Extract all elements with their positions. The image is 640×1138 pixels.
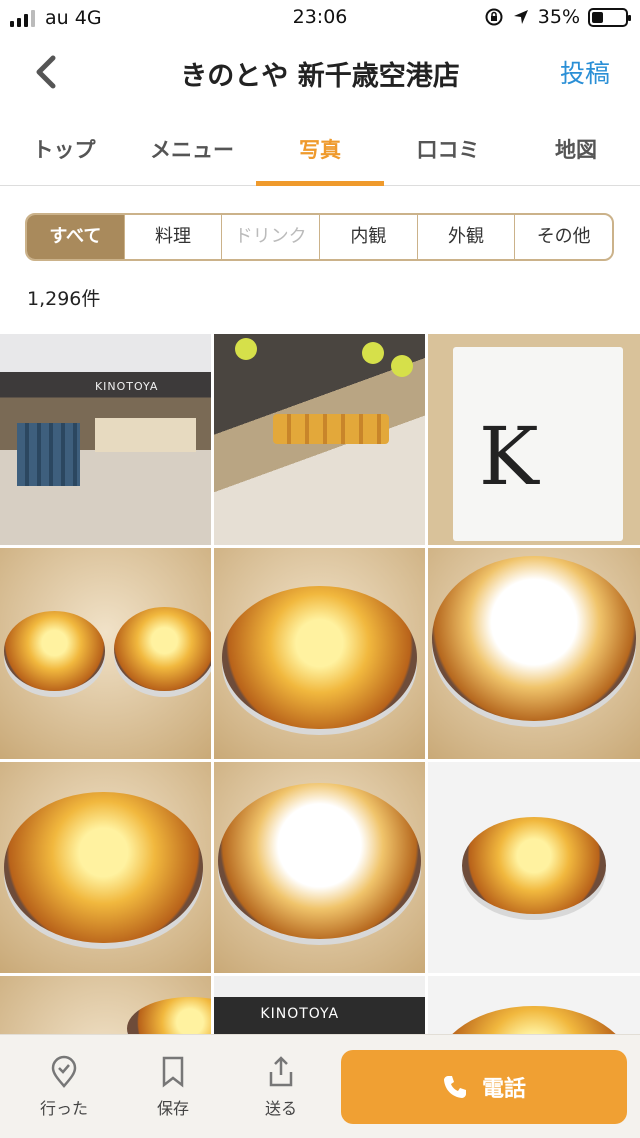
tab-photos[interactable]: 写真 [256,116,384,186]
store-sign-text-2: KINOTOYA [260,1005,340,1022]
post-button[interactable]: 投稿 [560,54,610,90]
status-right: 35% [484,6,631,28]
went-label: 行った [39,1099,88,1118]
battery-level [592,11,604,23]
status-bar: au 4G 23:06 35% [0,0,640,36]
photo-tart-closeup[interactable] [0,762,211,973]
photo-category-filter: すべて 料理 ドリンク 内観 外観 その他 [25,213,614,261]
photo-count: 1,296件 [27,288,101,310]
filter-exterior[interactable]: 外観 [418,215,516,259]
save-label: 保存 [156,1099,189,1118]
page-title: きのとや 新千歳空港店 [180,61,460,92]
call-label: 電話 [481,1077,526,1102]
rotation-lock-icon [485,8,503,26]
filter-other[interactable]: その他 [515,215,612,259]
location-check-icon [51,1055,77,1088]
bottom-action-bar: 行った 保存 送る 電話 [0,1034,640,1138]
save-button[interactable]: 保存 [133,1055,213,1119]
tab-menu[interactable]: メニュー [128,116,256,185]
photo-tart-on-plate[interactable] [428,762,640,973]
call-button[interactable]: 電話 [341,1050,627,1124]
bag-logo-letter: K [478,409,539,503]
filter-drink: ドリンク [222,215,321,259]
photo-tart-cross-section[interactable] [214,762,425,973]
photo-tart-partial[interactable] [0,976,211,1034]
battery-percent: 35% [537,6,580,28]
photo-tart-top-view[interactable] [428,976,640,1034]
send-label: 送る [264,1099,297,1118]
photo-grid: KINOTOYA K KINOTOYA [0,334,640,1034]
tab-reviews[interactable]: 口コミ [384,116,512,185]
battery-icon [588,7,631,27]
share-button[interactable]: 送る [241,1055,321,1119]
photo-tart-single[interactable] [214,548,425,759]
tab-top[interactable]: トップ [0,116,128,185]
filter-food[interactable]: 料理 [125,215,223,259]
photo-tart-bitten[interactable] [428,548,640,759]
photo-store-front[interactable]: KINOTOYA [0,334,211,545]
tab-map[interactable]: 地図 [512,116,640,185]
filter-all[interactable]: すべて [27,215,125,259]
share-icon [269,1056,293,1087]
tab-bar: トップ メニュー 写真 口コミ 地図 [0,116,640,186]
location-arrow-icon [513,10,528,24]
went-button[interactable]: 行った [24,1055,104,1119]
photo-tarts-pair[interactable] [0,548,211,759]
photo-display-counter[interactable] [214,334,425,545]
phone-icon [443,1076,466,1098]
photo-store-sign[interactable]: KINOTOYA [214,976,425,1034]
bookmark-icon [162,1056,184,1088]
filter-interior[interactable]: 内観 [320,215,418,259]
header: きのとや 新千歳空港店 投稿 [0,36,640,108]
store-sign-text: KINOTOYA [94,380,159,394]
photo-paper-bag[interactable]: K [428,334,640,545]
